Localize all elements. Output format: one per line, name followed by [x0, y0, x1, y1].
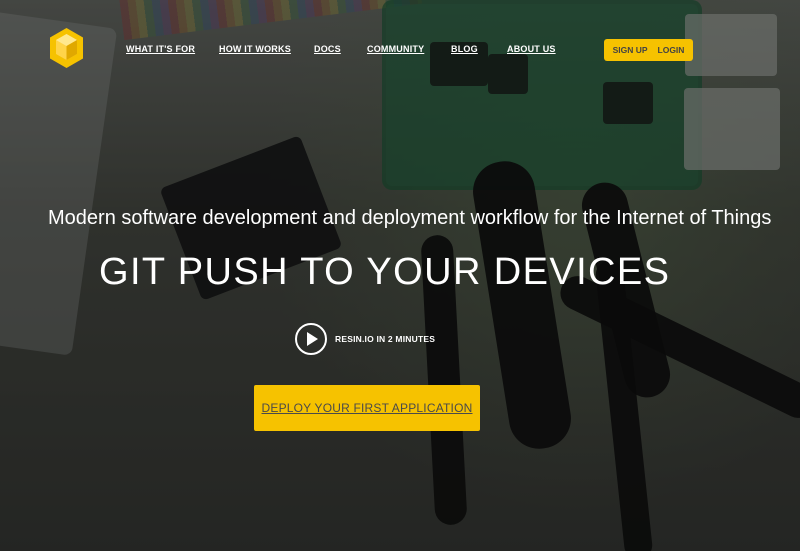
- watch-video-link[interactable]: RESIN.IO IN 2 MINUTES: [295, 323, 435, 355]
- nav-blog[interactable]: BLOG: [451, 44, 478, 54]
- nav-docs[interactable]: DOCS: [314, 44, 341, 54]
- sign-up-button[interactable]: SIGN UP: [613, 45, 648, 55]
- play-triangle-icon: [307, 332, 318, 346]
- play-icon[interactable]: [295, 323, 327, 355]
- auth-pill: SIGN UP LOGIN: [604, 39, 693, 61]
- resin-cube-logo-icon[interactable]: [48, 27, 85, 70]
- top-navigation: WHAT IT'S FOR HOW IT WORKS DOCS COMMUNIT…: [0, 0, 800, 95]
- hero-headline: GIT PUSH TO YOUR DEVICES: [99, 251, 671, 293]
- hero-tagline: Modern software development and deployme…: [48, 207, 772, 229]
- nav-what-its-for[interactable]: WHAT IT'S FOR: [126, 44, 195, 54]
- hero-section: WHAT IT'S FOR HOW IT WORKS DOCS COMMUNIT…: [0, 0, 800, 551]
- video-label: RESIN.IO IN 2 MINUTES: [335, 334, 436, 344]
- nav-how-it-works[interactable]: HOW IT WORKS: [219, 44, 291, 54]
- nav-community[interactable]: COMMUNITY: [367, 44, 424, 54]
- nav-about-us[interactable]: ABOUT US: [507, 44, 556, 54]
- login-button[interactable]: LOGIN: [658, 45, 685, 55]
- deploy-first-application-button[interactable]: DEPLOY YOUR FIRST APPLICATION: [254, 385, 480, 431]
